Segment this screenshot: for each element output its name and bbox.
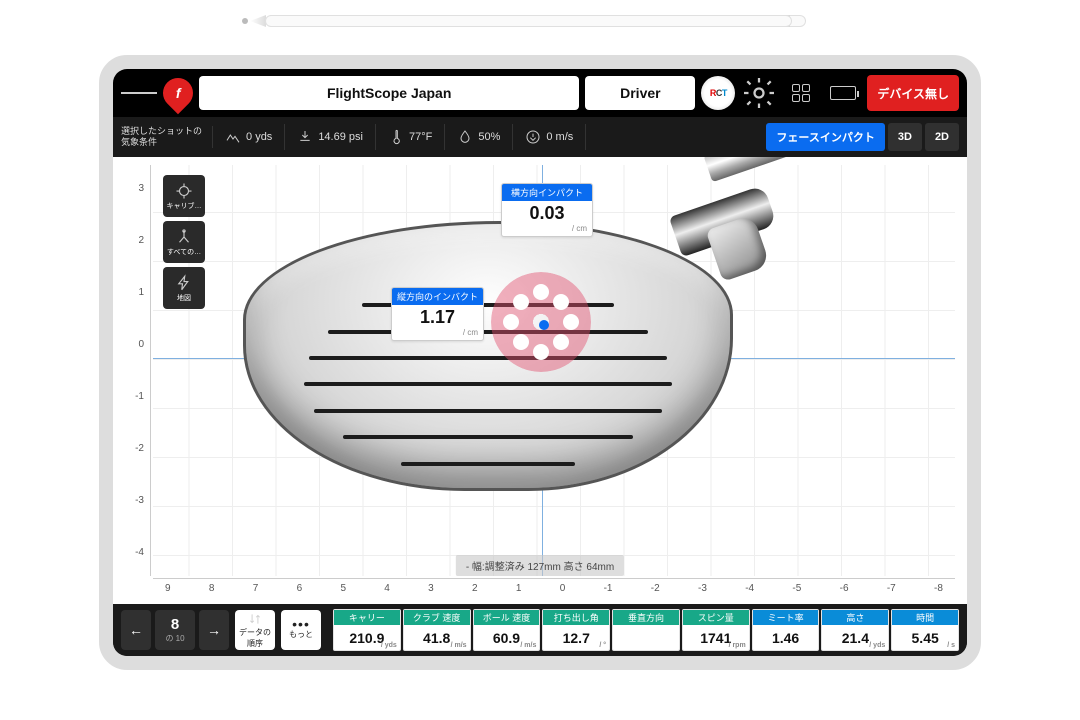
- x-axis: 9 8 7 6 5 4 3 2 1 0 -1 -2 -3 -4 -5 -6 -7 -8: [153, 578, 955, 598]
- droplet-icon: [457, 129, 473, 145]
- x-tick: -2: [651, 583, 660, 598]
- sort-button[interactable]: データの 順序: [235, 610, 275, 650]
- temperature-readout[interactable]: 77°F: [376, 124, 445, 150]
- rct-ball-indicator[interactable]: RCT: [701, 76, 735, 110]
- wind-readout[interactable]: 0 m/s: [513, 124, 586, 150]
- device-status-button[interactable]: デバイス無し: [867, 75, 959, 111]
- thermometer-icon: [388, 129, 404, 145]
- metric-tile[interactable]: キャリー210.9/ yds: [333, 609, 401, 651]
- club-selector[interactable]: Driver: [585, 76, 695, 110]
- x-tick: 4: [384, 583, 390, 598]
- x-tick: 8: [209, 583, 215, 598]
- battery-indicator: [825, 75, 861, 111]
- x-tick: 0: [560, 583, 566, 598]
- y-tick: -4: [127, 547, 144, 558]
- altitude-readout[interactable]: 0 yds: [213, 124, 285, 150]
- calibrate-button[interactable]: キャリブ…: [163, 175, 205, 217]
- tablet-frame: f FlightScope Japan Driver RCT デバイス無し 選択…: [99, 55, 981, 670]
- metric-tile[interactable]: 高さ21.4/ yds: [821, 609, 889, 651]
- x-tick: 7: [253, 583, 259, 598]
- x-tick: -8: [934, 583, 943, 598]
- y-tick: 2: [127, 235, 144, 246]
- y-tick: -1: [127, 391, 144, 402]
- apple-pencil: [246, 14, 806, 28]
- dots-icon: •••: [292, 620, 310, 628]
- altitude-icon: [225, 129, 241, 145]
- tool-stack: キャリブ… すべての… 地図: [163, 175, 205, 309]
- y-tick: -3: [127, 495, 144, 506]
- more-button[interactable]: ••• もっと: [281, 610, 321, 650]
- x-tick: -4: [745, 583, 754, 598]
- sort-icon: [248, 612, 262, 626]
- x-tick: 2: [472, 583, 478, 598]
- x-tick: 9: [165, 583, 171, 598]
- x-tick: -7: [887, 583, 896, 598]
- pressure-readout[interactable]: 14.69 psi: [285, 124, 376, 150]
- y-tick: 0: [127, 339, 144, 350]
- face-impact-view[interactable]: 3210-1-2-3-4 9876543210-1-2-3-4-5-6-7-8 …: [113, 157, 967, 604]
- all-shots-button[interactable]: すべての…: [163, 221, 205, 263]
- shot-counter[interactable]: 8 の 10: [155, 610, 195, 650]
- impact-marker: [491, 272, 591, 372]
- metric-tile[interactable]: 垂直方向: [612, 609, 680, 651]
- x-tick: 3: [428, 583, 434, 598]
- tab-3d[interactable]: 3D: [888, 123, 922, 151]
- x-tick: 1: [516, 583, 522, 598]
- target-icon: [175, 182, 193, 200]
- pressure-icon: [297, 129, 313, 145]
- next-shot-button[interactable]: →: [199, 610, 229, 650]
- metric-tile[interactable]: クラブ 速度41.8/ m/s: [403, 609, 471, 651]
- conditions-bar: 選択したショットの 気象条件 0 yds 14.69 psi 77°F 50% …: [113, 117, 967, 157]
- settings-button[interactable]: [741, 75, 777, 111]
- x-tick: 6: [297, 583, 303, 598]
- y-tick: 1: [127, 287, 144, 298]
- tab-face-impact[interactable]: フェースインパクト: [766, 123, 884, 151]
- metric-tile[interactable]: スピン量1741/ rpm: [682, 609, 750, 651]
- metric-tile[interactable]: ミート率1.46: [752, 609, 820, 651]
- x-tick: 5: [340, 583, 346, 598]
- grid-icon: [792, 84, 810, 102]
- club-face: [243, 221, 733, 491]
- face-dimensions-label: - 幅:調整済み 127mm 高さ 64mm: [456, 555, 624, 576]
- metric-tile[interactable]: ボール 速度60.9/ m/s: [473, 609, 541, 651]
- menu-button[interactable]: [121, 75, 157, 111]
- branch-icon: [175, 228, 193, 246]
- wind-icon: [525, 129, 541, 145]
- metric-tile[interactable]: 時間5.45/ s: [891, 609, 959, 651]
- bolt-icon: [175, 274, 193, 292]
- prev-shot-button[interactable]: ←: [121, 610, 151, 650]
- tab-2d[interactable]: 2D: [925, 123, 959, 151]
- gear-icon: [741, 75, 777, 111]
- session-title[interactable]: FlightScope Japan: [199, 76, 579, 110]
- metric-tile[interactable]: 打ち出し角12.7/ °: [542, 609, 610, 651]
- y-tick: 3: [127, 183, 144, 194]
- battery-icon: [830, 86, 856, 100]
- x-tick: -3: [698, 583, 707, 598]
- impact-point: [539, 320, 549, 330]
- horizontal-impact-callout[interactable]: 横方向インパクト 0.03 / cm: [501, 183, 593, 237]
- app-logo: f: [157, 72, 199, 114]
- x-tick: -6: [840, 583, 849, 598]
- y-axis: 3 2 1 0 -1 -2 -3 -4: [127, 165, 151, 576]
- vertical-impact-callout[interactable]: 縦方向のインバクト 1.17 / cm: [391, 287, 484, 341]
- conditions-label: 選択したショットの 気象条件: [121, 126, 213, 148]
- layout-button[interactable]: [783, 75, 819, 111]
- map-button[interactable]: 地図: [163, 267, 205, 309]
- x-tick: -5: [792, 583, 801, 598]
- humidity-readout[interactable]: 50%: [445, 124, 513, 150]
- bottom-bar: ← 8 の 10 → データの 順序 ••• もっと キャリー210.9/ yd…: [113, 604, 967, 656]
- top-toolbar: f FlightScope Japan Driver RCT デバイス無し: [113, 69, 967, 117]
- metrics-row: キャリー210.9/ ydsクラブ 速度41.8/ m/sボール 速度60.9/…: [333, 609, 959, 651]
- x-tick: -1: [604, 583, 613, 598]
- y-tick: -2: [127, 443, 144, 454]
